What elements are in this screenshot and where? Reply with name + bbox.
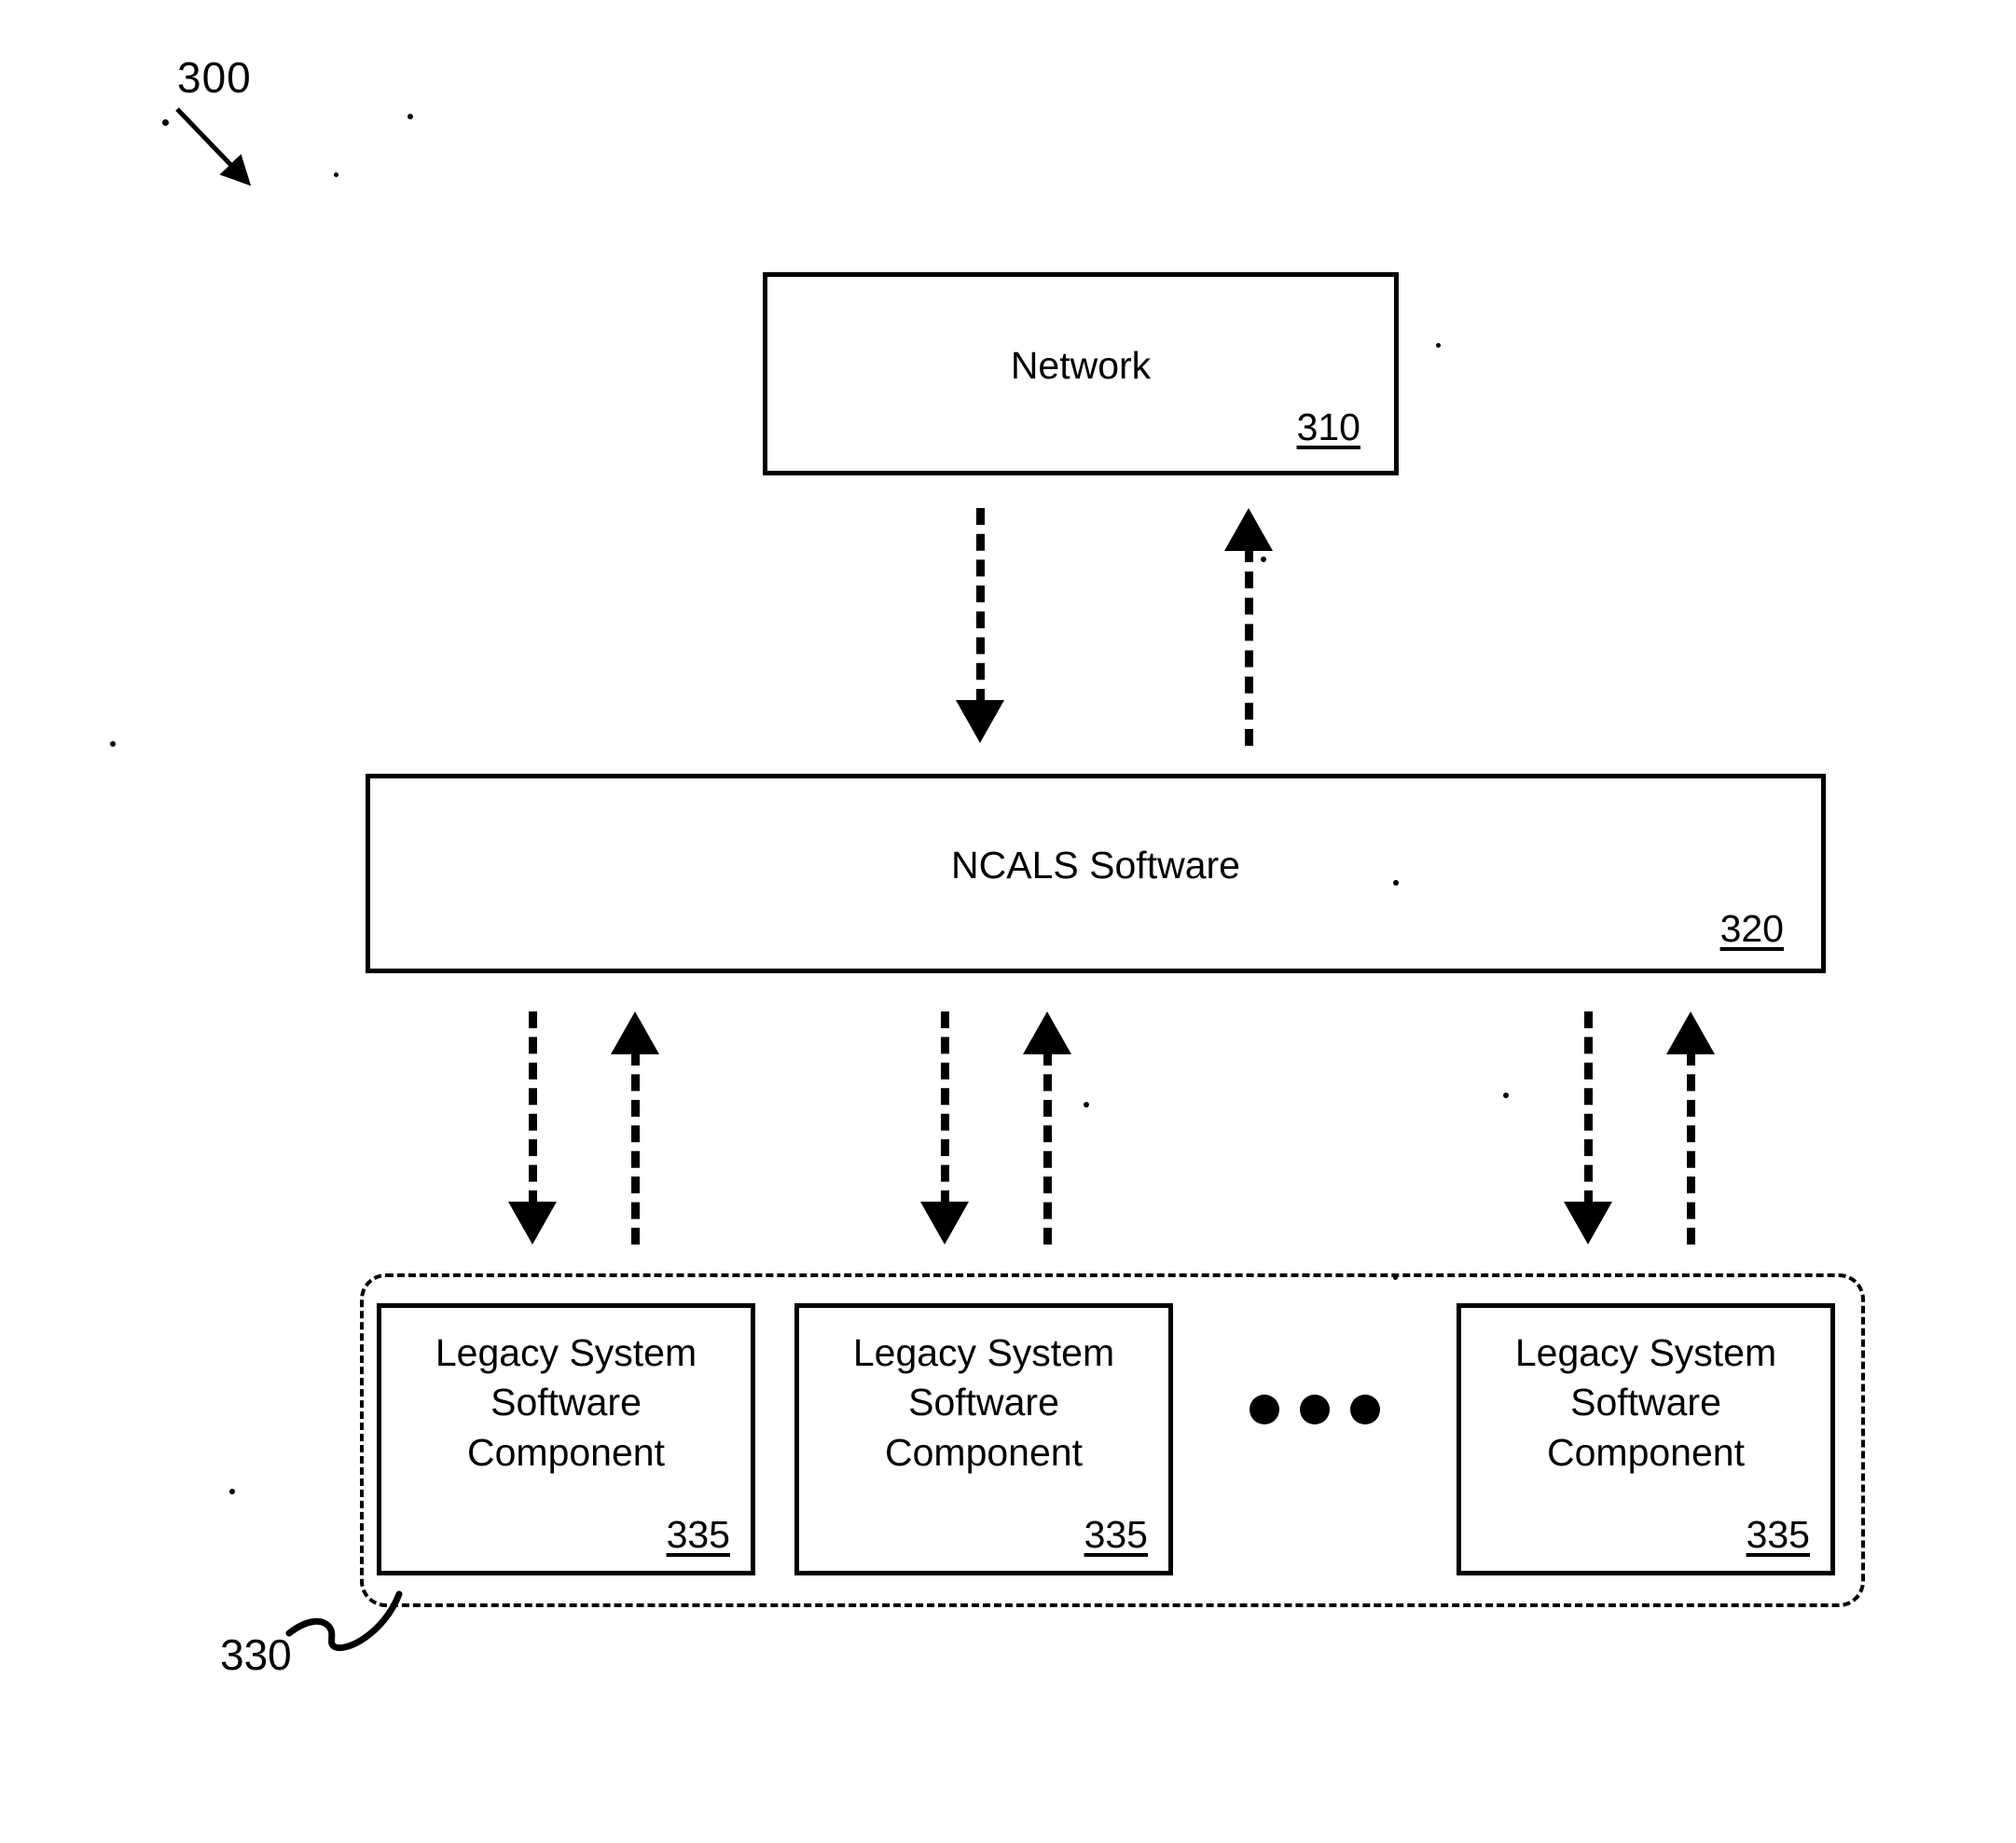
arrow-legacy-1-to-ncals — [611, 1011, 659, 1245]
arrow-shaft — [631, 1049, 640, 1245]
arrow-head-down-icon — [508, 1202, 557, 1245]
arrow-ncals-to-legacy-3 — [1564, 1011, 1612, 1245]
legacy-system-software-component-2: Legacy System Software Component 335 — [794, 1303, 1173, 1575]
arrow-shaft — [1043, 1049, 1052, 1245]
ncals-ref-number: 320 — [1719, 907, 1784, 950]
legacy-component-label: Legacy System Software Component — [1514, 1331, 1777, 1474]
scan-speck — [1436, 343, 1441, 348]
legacy-component-ref-number: 335 — [1084, 1513, 1148, 1556]
scan-speck — [407, 114, 413, 119]
figure-300-leader-arrow — [175, 107, 252, 186]
legacy-system-software-component-3: Legacy System Software Component 335 — [1457, 1303, 1835, 1575]
arrow-ncals-to-network — [1224, 508, 1273, 746]
arrow-shaft — [529, 1011, 537, 1207]
arrow-shaft — [1687, 1049, 1695, 1245]
ncals-software-node: NCALS Software 320 — [366, 774, 1826, 973]
arrow-shaft — [1584, 1011, 1593, 1207]
arrow-network-to-ncals — [956, 508, 1004, 743]
scan-speck — [229, 1489, 235, 1494]
ellipsis-icon — [1250, 1391, 1380, 1428]
scan-speck — [162, 119, 169, 126]
arrow-legacy-3-to-ncals — [1666, 1011, 1715, 1245]
scan-speck — [1261, 557, 1266, 562]
legacy-system-software-component-1: Legacy System Software Component 335 — [377, 1303, 755, 1575]
legacy-component-ref-number: 335 — [666, 1513, 730, 1556]
ncals-software-label: NCALS Software — [951, 844, 1240, 887]
ellipsis-dot — [1300, 1395, 1330, 1424]
arrow-shaft — [941, 1011, 949, 1207]
scan-speck — [110, 741, 116, 747]
network-node: Network 310 — [763, 272, 1399, 475]
arrow-shaft — [976, 508, 985, 706]
network-label: Network — [1010, 344, 1152, 387]
scan-speck — [1393, 880, 1399, 886]
arrow-ncals-to-legacy-1 — [508, 1011, 557, 1245]
figure-canvas: 300 Network 310 NCALS Software 320 Legac… — [0, 0, 2016, 1843]
arrow-head-down-icon — [1564, 1202, 1612, 1245]
scan-speck — [334, 172, 338, 177]
arrow-shaft — [1245, 545, 1253, 746]
scan-speck — [1503, 1093, 1509, 1098]
arrow-legacy-2-to-ncals — [1023, 1011, 1071, 1245]
network-ref-number: 310 — [1296, 406, 1360, 448]
arrow-head-down-icon — [920, 1202, 969, 1245]
legacy-component-label: Legacy System Software Component — [435, 1331, 697, 1474]
arrow-ncals-to-legacy-2 — [920, 1011, 969, 1245]
scan-speck — [1084, 1102, 1089, 1107]
arrow-head-down-icon — [956, 700, 1004, 743]
ellipsis-dot — [1250, 1395, 1279, 1424]
legacy-component-ref-number: 335 — [1746, 1513, 1810, 1556]
ellipsis-dot — [1350, 1395, 1380, 1424]
legacy-component-label: Legacy System Software Component — [852, 1331, 1115, 1474]
scan-speck — [1393, 1275, 1398, 1280]
group-330-leader-line — [285, 1590, 403, 1651]
